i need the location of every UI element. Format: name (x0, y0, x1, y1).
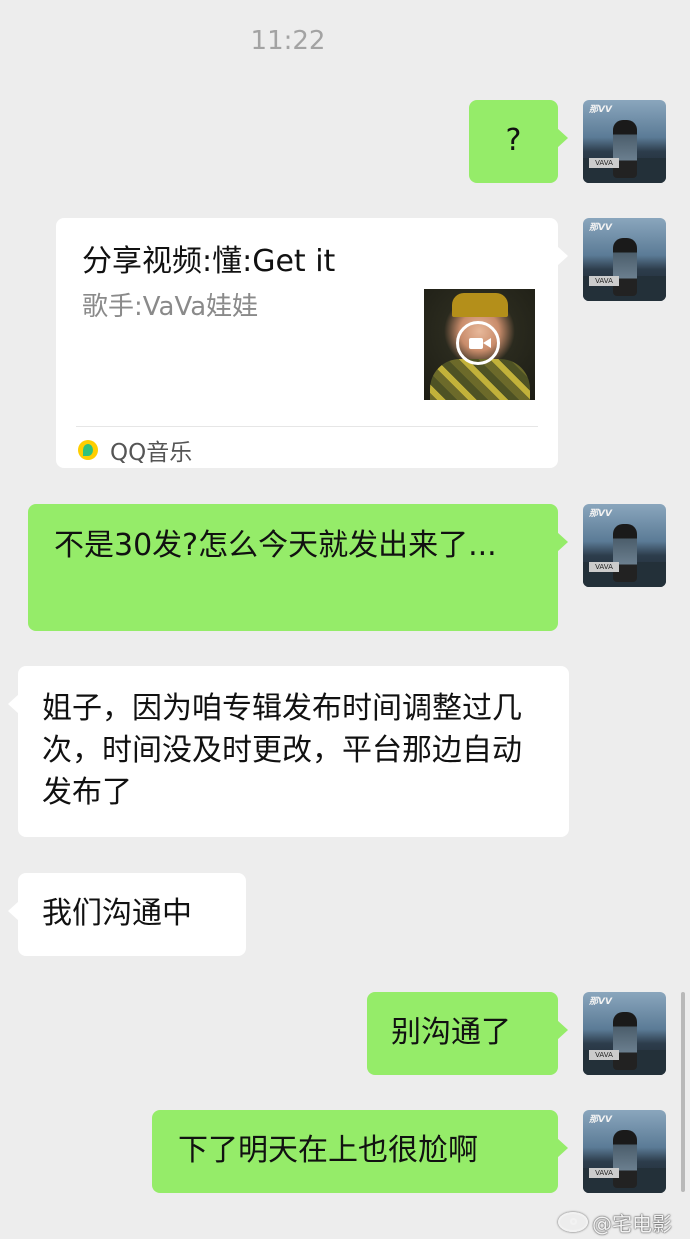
video-thumbnail[interactable] (424, 289, 535, 400)
avatar[interactable]: 那VV VAVA (583, 100, 666, 183)
message-text: 不是30发?怎么今天就发出来了... (54, 528, 497, 563)
watermark-handle: @宅电影 (592, 1211, 672, 1236)
message-text: 我们沟通中 (42, 896, 192, 931)
message-bubble-outgoing[interactable]: 别沟通了 (367, 992, 568, 1075)
message-text: 别沟通了 (391, 1015, 511, 1050)
message-bubble-incoming[interactable]: 我们沟通中 (8, 873, 246, 956)
qq-music-icon (78, 440, 98, 460)
message-bubble-outgoing[interactable]: ? (469, 100, 568, 183)
share-source: QQ音乐 (78, 432, 192, 468)
timestamp: 11:22 (250, 26, 326, 56)
message-text: 下了明天在上也很尬啊 (178, 1133, 478, 1168)
avatar[interactable]: 那VV VAVA (583, 218, 666, 301)
message-bubble-outgoing[interactable]: 不是30发?怎么今天就发出来了... (28, 504, 568, 631)
message-bubble-incoming[interactable]: 姐子，因为咱专辑发布时间调整过几次，时间没及时更改，平台那边自动发布了 (8, 666, 569, 837)
divider (76, 426, 538, 427)
video-play-icon (456, 321, 500, 365)
message-text: ? (505, 123, 522, 158)
weibo-icon (558, 1212, 588, 1232)
avatar[interactable]: 那VV VAVA (583, 504, 666, 587)
share-source-label: QQ音乐 (110, 440, 193, 466)
scrollbar[interactable] (681, 992, 685, 1192)
avatar[interactable]: 那VV VAVA (583, 1110, 666, 1193)
message-bubble-outgoing[interactable]: 下了明天在上也很尬啊 (152, 1110, 568, 1193)
avatar[interactable]: 那VV VAVA (583, 992, 666, 1075)
share-card-desc: 歌手:VaVa娃娃 (82, 292, 259, 322)
message-text: 姐子，因为咱专辑发布时间调整过几次，时间没及时更改，平台那边自动发布了 (42, 691, 522, 810)
share-card-title: 分享视频:懂:Get it (82, 244, 336, 279)
watermark: @宅电影 (558, 1208, 672, 1236)
share-card[interactable]: 分享视频:懂:Get it 歌手:VaVa娃娃 QQ音乐 (56, 218, 568, 468)
